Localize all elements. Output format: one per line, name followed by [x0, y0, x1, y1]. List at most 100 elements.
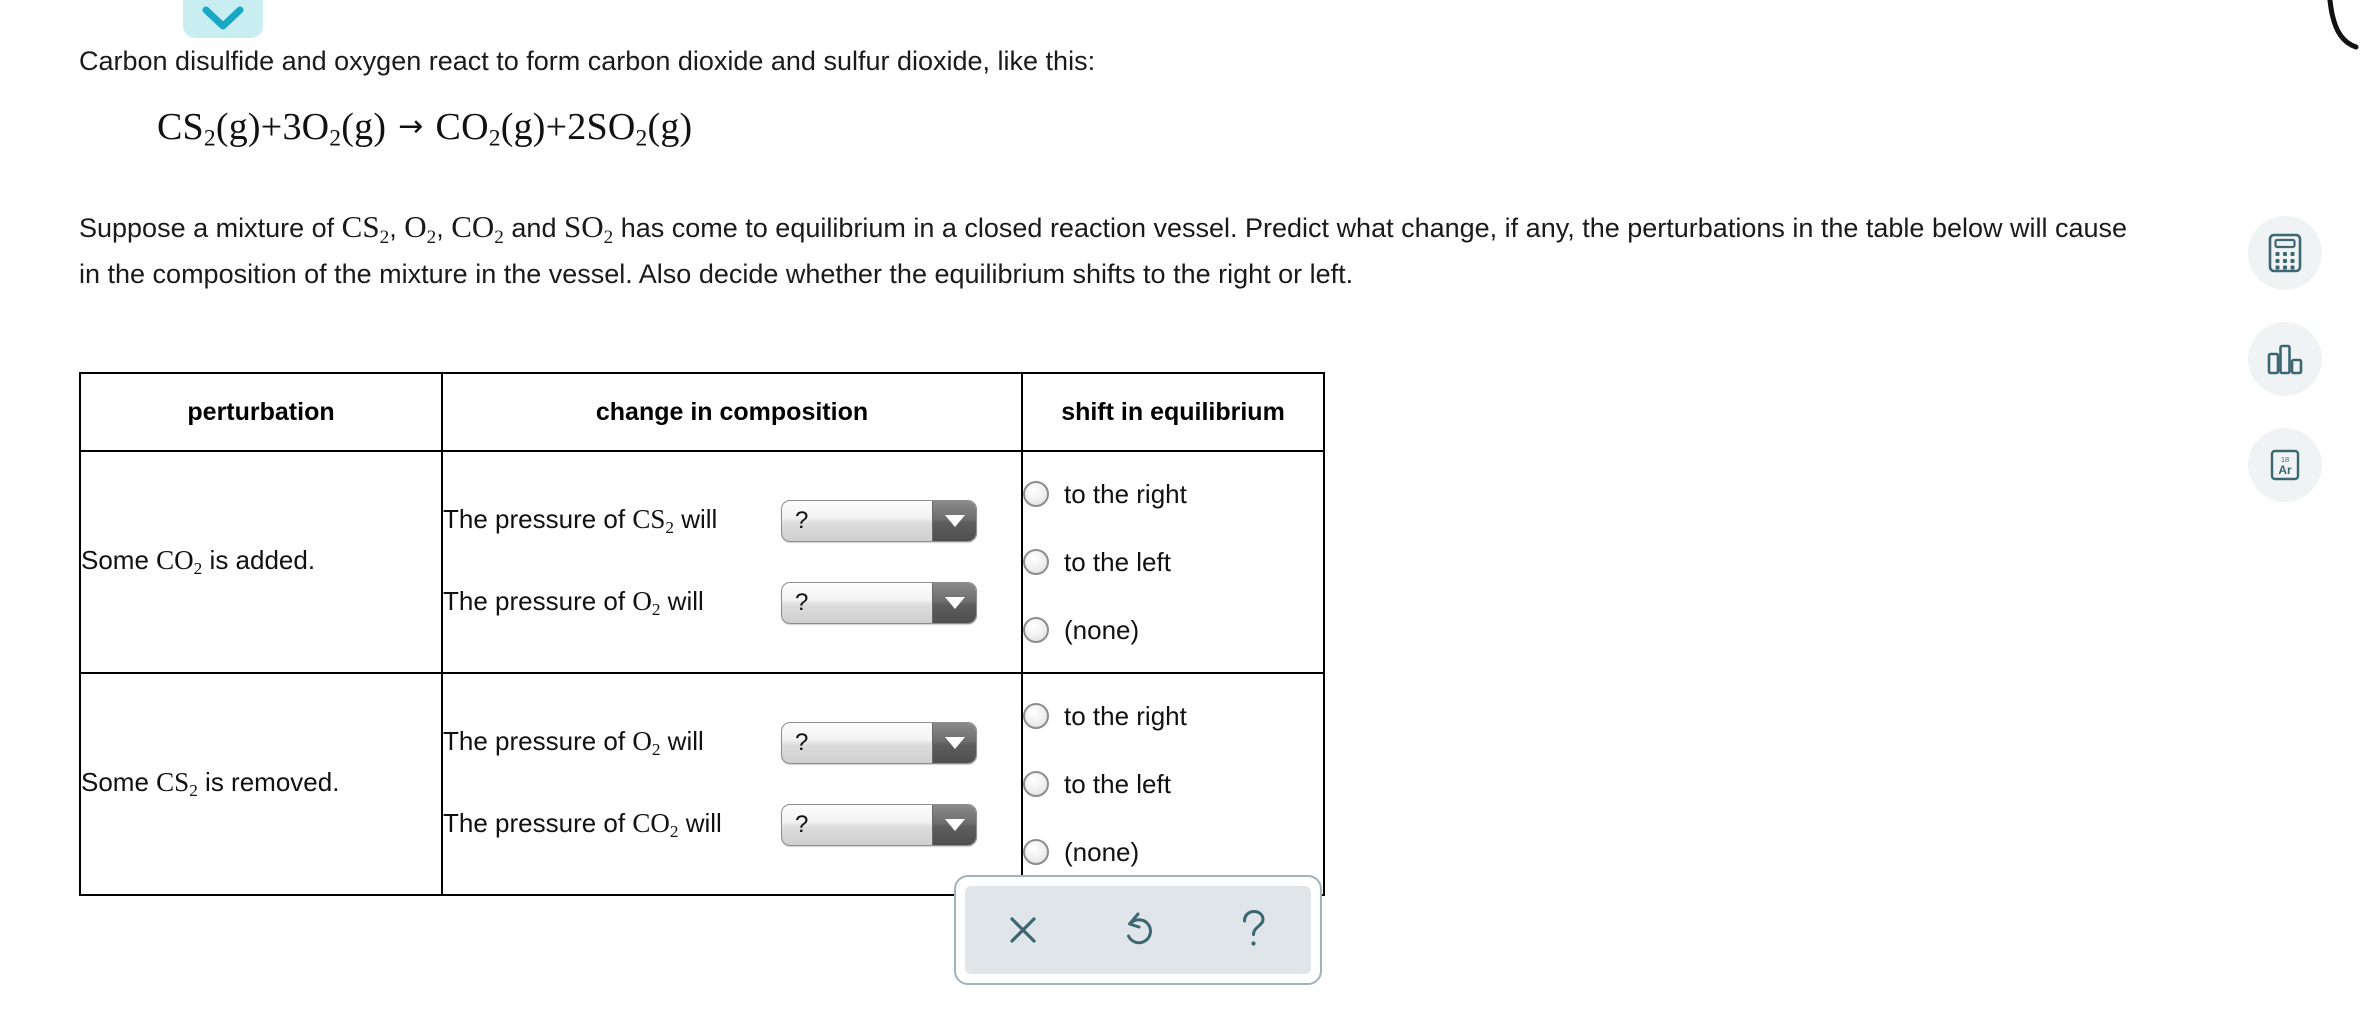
- eq-reactant-2-state: (g): [341, 106, 387, 149]
- eq-reactant-2: O: [301, 106, 330, 149]
- change-label-prefix-2-1: The pressure of: [443, 725, 633, 756]
- para-chem-1: CS2: [341, 208, 390, 248]
- shift-option-2-left[interactable]: to the left: [1023, 755, 1323, 813]
- change-chem-1-1-symbol: CS: [632, 503, 666, 534]
- perturbation-prefix-2: Some: [81, 766, 157, 797]
- radio-button-icon[interactable]: [1023, 771, 1049, 797]
- pressure-select-1-2-value: ?: [795, 589, 809, 616]
- tool-rail: 18 Ar: [2248, 216, 2322, 502]
- radio-button-icon[interactable]: [1023, 617, 1049, 643]
- shift-option-1-right[interactable]: to the right: [1023, 465, 1323, 523]
- change-chem-1-1-sub: 2: [665, 518, 674, 538]
- clear-button[interactable]: [983, 895, 1063, 965]
- shift-cell-1: to the right to the left (none): [1021, 450, 1325, 674]
- shift-option-1-left[interactable]: to the left: [1023, 533, 1323, 591]
- eq-reactant-1: CS: [157, 106, 204, 149]
- header-change-in-composition: change in composition: [441, 372, 1023, 452]
- pressure-select-1-2[interactable]: ?: [781, 582, 977, 624]
- pressure-select-1-1[interactable]: ?: [781, 500, 977, 542]
- perturbation-chem-2-symbol: CS: [156, 766, 190, 797]
- intro-sentence: Carbon disulfide and oxygen react to for…: [79, 46, 1096, 76]
- para-chem-2: O2: [404, 208, 436, 248]
- change-chem-1-2-symbol: O: [632, 585, 652, 616]
- shift-option-2-right[interactable]: to the right: [1023, 687, 1323, 745]
- chevron-down-icon: [932, 723, 976, 763]
- eq-product-1: CO: [435, 106, 489, 149]
- change-row-2-2: The pressure of CO2 will ?: [443, 791, 1021, 859]
- para-chem-4-symbol: SO: [563, 208, 604, 244]
- change-label-suffix-1-1: will: [673, 503, 718, 534]
- change-cell-2: The pressure of O2 will ? The pressure o…: [441, 672, 1023, 896]
- change-label-suffix-2-2: will: [678, 807, 722, 838]
- change-label-prefix-1-2: The pressure of: [443, 585, 633, 616]
- action-toolbar-inner: [965, 886, 1311, 974]
- chevron-down-icon: [202, 6, 244, 30]
- radio-button-icon[interactable]: [1023, 549, 1049, 575]
- perturbation-chem-2-sub: 2: [189, 781, 198, 801]
- calculator-button[interactable]: [2248, 216, 2322, 290]
- para-chem-3-symbol: CO: [451, 208, 495, 244]
- collapse-panel-button[interactable]: [183, 0, 263, 38]
- change-chem-2-2: CO2: [632, 807, 678, 841]
- para-text-4: and: [503, 212, 564, 243]
- help-button[interactable]: [1213, 895, 1293, 965]
- periodic-table-button[interactable]: 18 Ar: [2248, 428, 2322, 502]
- pressure-select-1-1-value: ?: [795, 507, 809, 534]
- action-toolbar: [954, 875, 1322, 985]
- change-label-1-1: The pressure of CS2 will: [443, 504, 781, 538]
- shift-option-1-left-label: to the left: [1064, 546, 1171, 577]
- para-text-2: ,: [389, 212, 405, 243]
- perturbation-chem-1: CO2: [156, 544, 202, 578]
- shift-option-1-right-label: to the right: [1064, 478, 1187, 509]
- change-chem-2-2-symbol: CO: [632, 807, 670, 838]
- change-row-1-1: The pressure of CS2 will ?: [443, 487, 1021, 555]
- undo-arrow-icon: [1126, 912, 1152, 945]
- perturbation-chem-2: CS2: [156, 766, 198, 801]
- shift-option-2-none[interactable]: (none): [1023, 823, 1323, 881]
- eq-product-1-sub: 2: [488, 125, 501, 152]
- change-chem-1-1: CS2: [632, 503, 674, 538]
- change-label-suffix-1-2: will: [660, 585, 704, 616]
- eq-reactant-1-state: (g): [215, 106, 261, 149]
- pressure-select-2-1[interactable]: ?: [781, 722, 977, 764]
- chemical-equation: CS2(g)+3O2(g) → CO2(g)+2SO2(g): [157, 105, 2139, 153]
- eq-product-1-state: (g): [500, 106, 546, 149]
- change-label-2-2: The pressure of CO2 will: [443, 808, 781, 842]
- change-label-prefix-2-2: The pressure of: [443, 807, 633, 838]
- table-row: Some CO2 is added. The pressure of CS2 w…: [79, 450, 1325, 674]
- radio-button-icon[interactable]: [1023, 481, 1049, 507]
- change-label-prefix-1-1: The pressure of: [443, 503, 633, 534]
- reaction-arrow-icon: →: [398, 109, 424, 145]
- para-text-3: ,: [436, 212, 452, 243]
- header-perturbation: perturbation: [79, 372, 443, 452]
- pressure-select-2-2[interactable]: ?: [781, 804, 977, 846]
- radio-button-icon[interactable]: [1023, 839, 1049, 865]
- radio-button-icon[interactable]: [1023, 703, 1049, 729]
- change-chem-2-1: O2: [632, 726, 660, 759]
- eq-coef-3: 2: [567, 106, 587, 149]
- eq-plus-1: +: [260, 106, 283, 149]
- bar-chart-icon: [2267, 344, 2303, 375]
- eq-plus-2: +: [545, 106, 568, 149]
- perturbation-suffix-2: is removed.: [197, 766, 340, 797]
- eq-coef-2: 3: [282, 106, 302, 149]
- shift-option-1-none-label: (none): [1064, 614, 1140, 645]
- eq-product-2-state: (g): [647, 106, 693, 149]
- para-chem-1-symbol: CS: [341, 208, 380, 244]
- exercise-page: Carbon disulfide and oxygen react to for…: [0, 0, 2360, 1011]
- question-mark-icon: [1243, 909, 1265, 946]
- close-x-icon: [1010, 917, 1036, 943]
- perturbation-suffix-1: is added.: [202, 544, 316, 575]
- para-chem-1-sub: 2: [379, 226, 390, 248]
- data-chart-button[interactable]: [2248, 322, 2322, 396]
- eq-reactant-2-sub: 2: [329, 125, 342, 152]
- shift-option-1-none[interactable]: (none): [1023, 601, 1323, 659]
- pressure-select-2-2-value: ?: [795, 811, 809, 838]
- para-chem-2-symbol: O: [404, 208, 427, 244]
- header-shift-in-equilibrium: shift in equilibrium: [1021, 372, 1325, 452]
- perturbation-chem-1-symbol: CO: [156, 544, 194, 575]
- perturbation-table: perturbation change in composition shift…: [79, 372, 1325, 896]
- change-label-suffix-2-1: will: [660, 725, 704, 756]
- undo-button[interactable]: [1098, 895, 1178, 965]
- svg-text:Ar: Ar: [2278, 463, 2292, 477]
